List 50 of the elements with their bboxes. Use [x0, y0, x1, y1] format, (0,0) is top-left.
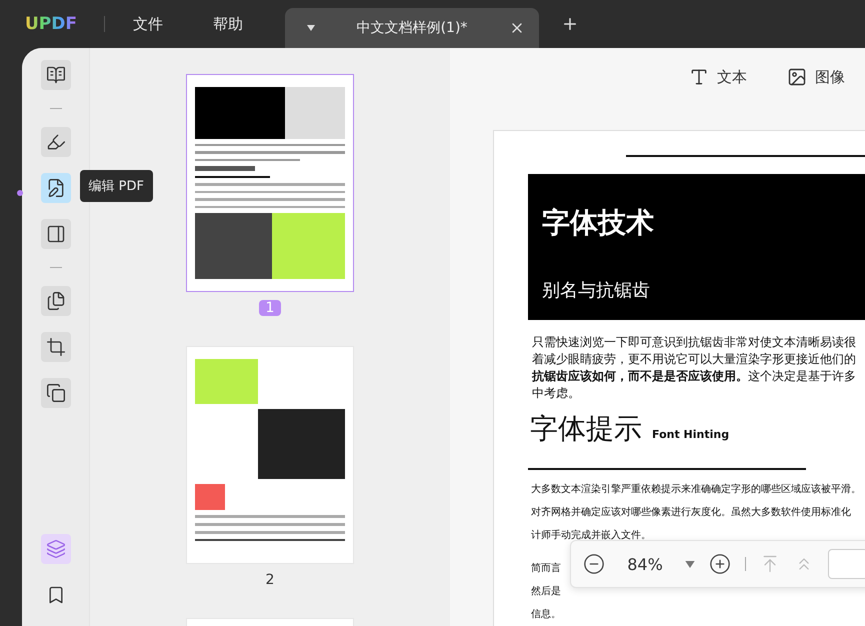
sidebar-tool[interactable] — [40, 127, 70, 157]
paragraph-line: 着减少眼睛疲劳，更不用说它可以大量渲染字形更接近他们的 — [532, 351, 856, 368]
zoom-out-button[interactable] — [583, 553, 605, 575]
sidebar-tool[interactable] — [40, 173, 70, 203]
section-subheading: Font Hinting — [652, 428, 730, 441]
page-number: 2 — [264, 572, 276, 588]
panel-icon — [46, 224, 66, 244]
caret-icon[interactable] — [685, 560, 695, 568]
page-input[interactable] — [828, 549, 865, 579]
reader-icon — [46, 65, 66, 85]
text-box-icon — [689, 67, 709, 87]
section-heading: 字体提示 — [530, 411, 642, 447]
paragraph-line: 信息。 — [531, 608, 561, 622]
paragraph-line: 抗锯齿应该如何，而不是是否应该使用。这个决定是基于许多 — [532, 368, 856, 385]
image-icon — [787, 67, 807, 87]
tooltip: 编辑 PDF — [80, 170, 153, 202]
sidebar-tool[interactable] — [40, 219, 70, 249]
paragraph-line: 简而言 — [531, 562, 561, 576]
menu-item[interactable]: 帮助 — [213, 14, 243, 34]
active-indicator — [17, 190, 23, 196]
paragraph-line: 大多数文本渲染引擎严重依赖提示来准确确定字形的哪些区域应该被平滑。 — [531, 482, 861, 497]
copy-icon — [46, 383, 66, 403]
sidebar-tool[interactable] — [40, 378, 70, 408]
document-tab[interactable]: 中文文档样例(1)* — [285, 8, 539, 48]
menu-item[interactable]: 文件 — [133, 14, 163, 34]
crop-icon — [46, 337, 66, 357]
paragraph-line: 只需快速浏览一下即可意识到抗锯齿非常对使文本清晰易读很 — [532, 334, 856, 351]
zoom-in-button[interactable] — [709, 553, 731, 575]
image-tool[interactable]: 图像 — [787, 67, 845, 87]
paragraph-line: 然后是 — [531, 584, 561, 599]
layers-icon — [46, 539, 66, 559]
sidebar-tool[interactable] — [40, 286, 70, 316]
highlighter-icon — [46, 132, 66, 152]
sidebar-tool[interactable] — [40, 332, 70, 362]
pages-icon — [46, 291, 66, 311]
caret-icon[interactable] — [307, 25, 315, 31]
edit-document-icon — [46, 178, 66, 198]
zoom-value[interactable]: 84% — [619, 554, 671, 574]
paragraph-line: 计师手动完成并嵌入文件。 — [531, 528, 651, 543]
text-tool[interactable]: 文本 — [689, 67, 747, 87]
paragraph-line: 对齐网格并确定应该对哪些像素进行灰度化。虽然大多数软件使用标准化 — [531, 506, 851, 520]
sidebar-tool[interactable] — [40, 60, 70, 90]
page-number: 1 — [259, 300, 281, 316]
plus-icon — [709, 553, 731, 575]
paragraph-line: 中考虑。 — [532, 385, 580, 402]
page-thumbnail[interactable] — [186, 74, 354, 292]
banner-subtitle: 别名与抗锯齿 — [542, 279, 651, 302]
minus-icon — [583, 553, 605, 575]
banner-title: 字体技术 — [542, 205, 655, 241]
new-tab-icon[interactable] — [561, 15, 579, 33]
